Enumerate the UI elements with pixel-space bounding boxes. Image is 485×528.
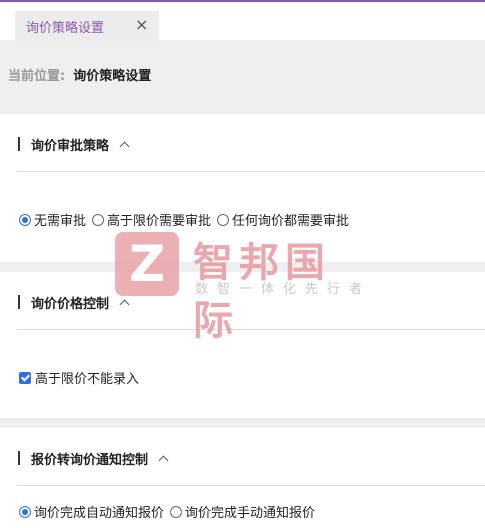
option-label: 询价完成手动通知报价 [185, 506, 316, 521]
close-icon[interactable]: × [135, 15, 148, 34]
price-control-options: 高于限价不能录入 [19, 368, 145, 387]
option-all-approval[interactable]: 任何询价都需要审批 [217, 210, 349, 229]
tab-label: 询价策略设置 [26, 21, 105, 36]
checkbox-label: 高于限价不能录入 [35, 372, 140, 387]
option-label: 任何询价都需要审批 [232, 214, 350, 229]
section-approval-strategy: 询价审批策略 无需审批 高于限价需要审批 任何询价都需要审批 [0, 114, 485, 262]
section-notify-control: 报价转询价通知控制 询价完成自动通知报价 询价完成手动通知报价 [0, 428, 485, 528]
chevron-up-icon[interactable] [158, 455, 169, 466]
notify-options: 询价完成自动通知报价 询价完成手动通知报价 [19, 502, 321, 521]
chevron-up-icon[interactable] [119, 141, 130, 152]
section-divider [17, 329, 485, 330]
section-divider [17, 485, 485, 486]
radio-button[interactable] [19, 213, 31, 226]
section-marker [18, 295, 20, 309]
section-header[interactable]: 询价价格控制 [18, 294, 130, 312]
radio-button[interactable] [19, 505, 31, 518]
section-title: 报价转询价通知控制 [31, 452, 149, 468]
radio-button[interactable] [170, 505, 183, 518]
option-label: 询价完成自动通知报价 [34, 506, 165, 521]
radio-button[interactable] [217, 213, 230, 226]
section-marker [18, 137, 20, 151]
chevron-up-icon[interactable] [119, 299, 130, 310]
option-label: 高于限价需要审批 [107, 214, 212, 229]
option-no-approval[interactable]: 无需审批 [19, 210, 86, 229]
breadcrumb: 当前位置: 询价策略设置 [8, 65, 151, 84]
section-title: 询价审批策略 [31, 138, 110, 154]
checkbox[interactable] [19, 371, 31, 384]
tab-bar: 询价策略设置 × [0, 2, 485, 42]
section-divider [17, 171, 485, 172]
option-label: 无需审批 [34, 214, 87, 229]
section-price-control: 询价价格控制 高于限价不能录入 [0, 272, 485, 418]
section-header[interactable]: 询价审批策略 [18, 136, 130, 154]
radio-button[interactable] [92, 213, 105, 226]
option-above-limit-approval[interactable]: 高于限价需要审批 [92, 210, 211, 229]
section-marker [18, 451, 20, 465]
section-title: 询价价格控制 [31, 296, 110, 312]
option-manual-notify[interactable]: 询价完成手动通知报价 [170, 502, 315, 521]
breadcrumb-value: 询价策略设置 [73, 69, 152, 84]
approval-options: 无需审批 高于限价需要审批 任何询价都需要审批 [19, 210, 355, 229]
checkbox-above-limit-block[interactable]: 高于限价不能录入 [19, 368, 139, 387]
option-auto-notify[interactable]: 询价完成自动通知报价 [19, 502, 164, 521]
tab-inquiry-strategy[interactable]: 询价策略设置 × [15, 11, 159, 42]
section-header[interactable]: 报价转询价通知控制 [18, 450, 169, 468]
breadcrumb-label: 当前位置: [8, 69, 66, 84]
